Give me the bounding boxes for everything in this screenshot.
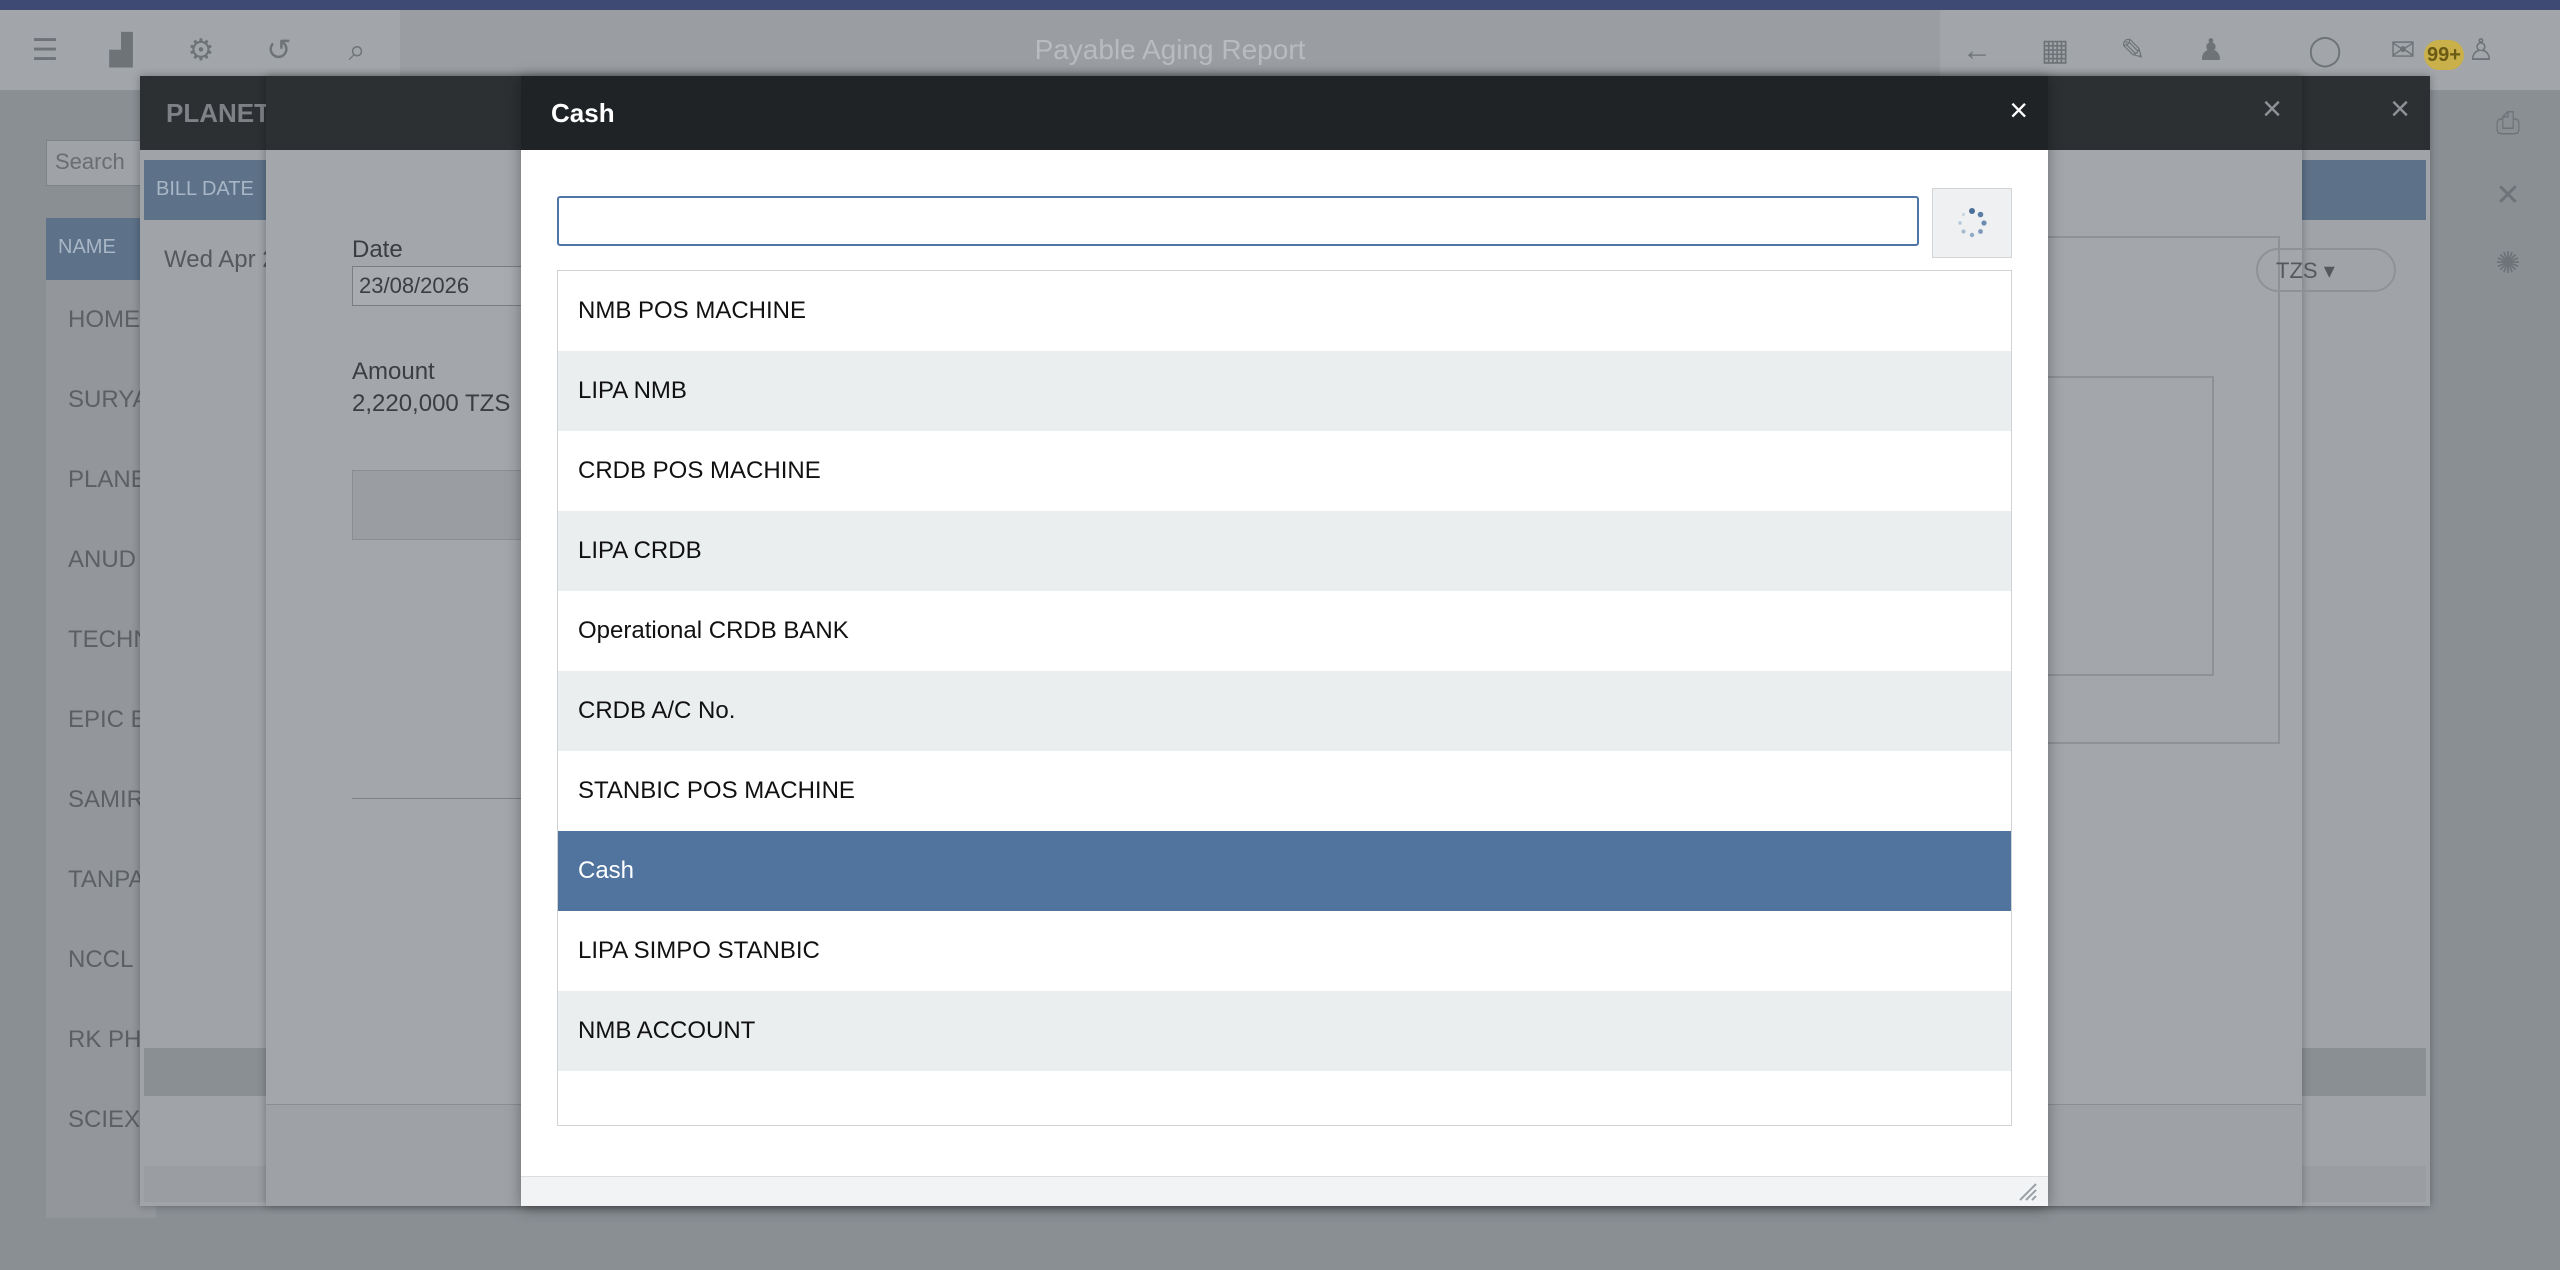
account-list: NMB POS MACHINE LIPA NMB CRDB POS MACHIN… (557, 270, 2012, 1126)
list-item[interactable]: EPIC B (68, 706, 147, 734)
list-item[interactable]: SAMIR (68, 786, 144, 814)
list-item[interactable]: LIPA CRDB (558, 511, 2011, 591)
list-item[interactable]: SCIEX (68, 1106, 140, 1134)
amount-label: Amount (352, 358, 435, 385)
list-item[interactable]: LIPA NMB (558, 351, 2011, 431)
history-icon[interactable]: ↺ (262, 34, 296, 68)
spinner-icon (1958, 208, 1987, 238)
currency-select[interactable]: TZS ▾ (2256, 248, 2396, 292)
list-item[interactable]: RK PH (68, 1026, 141, 1054)
list-item-selected[interactable]: Cash (558, 831, 2011, 911)
mail-icon[interactable]: ✉ (2386, 34, 2420, 68)
bill-date-value: Wed Apr 2 (164, 246, 276, 273)
refresh-button[interactable] (1932, 188, 2012, 258)
profile-icon[interactable]: ♙ (2464, 34, 2498, 68)
list-item[interactable]: NMB ACCOUNT (558, 991, 2011, 1071)
search-icon[interactable]: ⌕ (340, 34, 374, 68)
list-item[interactable]: STANBIC POS MACHINE (558, 751, 2011, 831)
chat-icon[interactable]: ◯ (2308, 34, 2342, 68)
list-item[interactable]: CRDB POS MACHINE (558, 431, 2011, 511)
dialog-footer (521, 1176, 2048, 1206)
print-icon[interactable]: ⎙ (2488, 104, 2528, 144)
list-item[interactable]: PLANE (68, 466, 147, 494)
tools-icon[interactable]: ✎ (2116, 34, 2150, 68)
dialog-header: Cash × (521, 76, 2048, 150)
list-item[interactable]: TECHN (68, 626, 151, 654)
dialog-title: Cash (551, 98, 615, 128)
menu-icon[interactable]: ☰ (28, 34, 62, 68)
list-item[interactable]: NCCL (68, 946, 133, 974)
currency-select-value: TZS (2276, 258, 2318, 283)
list-item[interactable]: TANPA (68, 866, 144, 894)
list-item[interactable]: NMB POS MACHINE (558, 271, 2011, 351)
date-label: Date (352, 236, 403, 263)
excel-icon[interactable]: ✕ (2488, 176, 2528, 216)
parent-modal-title: PLANET (166, 98, 270, 128)
calendar-icon[interactable]: ▦ (2038, 34, 2072, 68)
list-item[interactable]: Operational CRDB BANK (558, 591, 2011, 671)
account-picker-dialog: Cash × NMB POS MACHINE LIPA NMB CRDB POS… (521, 76, 2048, 1206)
back-arrow-icon[interactable]: ← (1960, 34, 1994, 68)
notification-badge: 99+ (2424, 40, 2464, 70)
chart-icon[interactable]: ▟ (104, 34, 138, 68)
list-item[interactable]: ANUD (68, 546, 136, 574)
list-item[interactable]: HOME (68, 306, 140, 334)
list-item[interactable]: CRDB A/C No. (558, 671, 2011, 751)
user-icon[interactable]: ♟ (2194, 34, 2228, 68)
top-strip (0, 0, 2560, 10)
list-item[interactable]: SURYA (68, 386, 148, 414)
chevron-down-icon: ▾ (2323, 258, 2335, 283)
parent-modal-close-icon[interactable]: × (2390, 90, 2410, 129)
close-icon[interactable]: × (2009, 92, 2028, 128)
app-title: Payable Aging Report (1034, 34, 1306, 65)
resize-grip-icon[interactable] (2016, 1180, 2038, 1202)
notes-textarea[interactable] (2030, 376, 2214, 676)
payment-modal-close-icon[interactable]: × (2262, 90, 2282, 129)
loading-icon: ✺ (2495, 247, 2521, 280)
search-input[interactable] (557, 196, 1919, 246)
list-item[interactable]: LIPA SIMPO STANBIC (558, 911, 2011, 991)
settings-icon[interactable]: ⚙ (184, 34, 218, 68)
amount-value: 2,220,000 TZS (352, 390, 511, 417)
